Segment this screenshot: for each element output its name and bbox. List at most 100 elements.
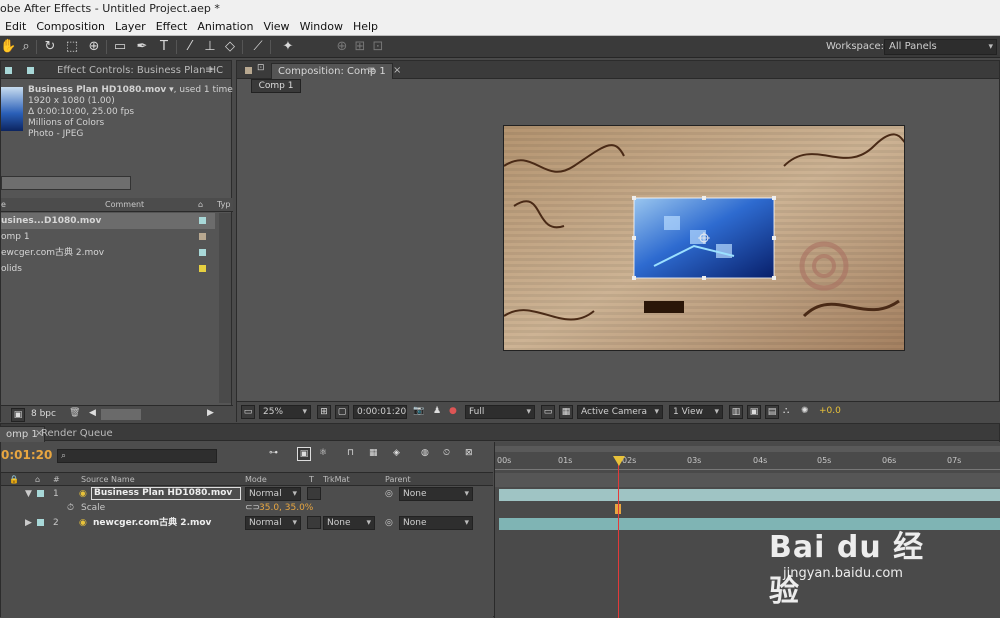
scroll-right-icon[interactable]: ▶	[207, 408, 214, 418]
menu-composition[interactable]: Composition	[31, 18, 110, 36]
show-channel-icon[interactable]: ●	[449, 406, 457, 416]
column-t[interactable]: T	[309, 473, 314, 486]
pan-behind-tool-icon[interactable]: ⊕	[86, 39, 102, 55]
label-color[interactable]	[37, 519, 44, 526]
clone-stamp-tool-icon[interactable]: ⊥	[202, 39, 218, 55]
transparency-grid-icon[interactable]: ▦	[559, 405, 573, 419]
camera-view-select[interactable]: Active Camera	[577, 405, 663, 419]
collapse-icon[interactable]: ▼	[25, 487, 32, 501]
snapshot-icon[interactable]: 📷	[413, 406, 424, 416]
column-parent[interactable]: Parent	[385, 473, 411, 486]
live-update-icon[interactable]: ▣	[297, 447, 311, 461]
axis-local-icon[interactable]: ⊕	[334, 39, 350, 55]
preserve-transparency-toggle[interactable]	[307, 516, 321, 529]
menu-edit[interactable]: Edit	[0, 18, 31, 36]
view-layout-select[interactable]: 1 View	[669, 405, 723, 419]
layer-name[interactable]: newcger.com古典 2.mov	[93, 516, 211, 530]
rectangle-tool-icon[interactable]: ▭	[112, 39, 128, 55]
parent-select[interactable]: None	[399, 487, 473, 501]
graph-editor-icon[interactable]: ⊠	[465, 448, 473, 458]
eraser-tool-icon[interactable]: ◇	[222, 39, 238, 55]
layer-row[interactable]: ▶ 2 ◉ newcger.com古典 2.mov Normal None ◎ …	[1, 516, 493, 530]
frame-blending-icon[interactable]: ▦	[369, 448, 378, 458]
scale-value[interactable]: 35.0, 35.0%	[259, 502, 313, 515]
list-item[interactable]: olids	[1, 261, 215, 277]
draft-3d-icon[interactable]: ⚛	[319, 448, 327, 458]
parent-select[interactable]: None	[399, 516, 473, 530]
hide-shy-icon[interactable]: ⊓	[347, 448, 354, 458]
layer-row[interactable]: ▼ 1 ◉ Business Plan HD1080.mov Normal ◎ …	[1, 487, 493, 501]
brush-tool-icon[interactable]: ⁄	[182, 39, 198, 55]
comp-viewer-canvas[interactable]	[503, 125, 905, 351]
expand-icon[interactable]: ▶	[25, 516, 32, 530]
mode-select[interactable]: Normal	[245, 487, 301, 501]
flowchart-icon[interactable]: ⛬	[783, 406, 789, 416]
comp-mini-flowchart-icon[interactable]: ⊶	[269, 448, 278, 458]
time-ruler[interactable]: 00s 01s 02s 03s 04s 05s 06s 07s	[495, 452, 1000, 470]
hand-tool-icon[interactable]: ✋	[0, 39, 16, 55]
tab-render-queue[interactable]: Render Queue	[37, 426, 113, 442]
pick-whip-icon[interactable]: ◎	[385, 487, 393, 501]
layer-search-input[interactable]: ⌕	[57, 449, 217, 463]
exposure-value[interactable]: +0.0	[819, 406, 841, 416]
project-scrollbar[interactable]	[219, 213, 231, 403]
label-color[interactable]	[37, 490, 44, 497]
column-source-name[interactable]: Source Name	[81, 473, 135, 486]
current-time-display[interactable]: 0:01:20	[1, 448, 52, 462]
column-mode[interactable]: Mode	[245, 473, 267, 486]
column-name[interactable]: e	[1, 198, 6, 212]
list-item[interactable]: ewcger.com古典 2.mov	[1, 245, 215, 261]
brainstorm-icon[interactable]: ◍	[421, 448, 429, 458]
layer-name[interactable]: Business Plan HD1080.mov	[91, 487, 241, 500]
lock-icon[interactable]: ⊡	[257, 63, 265, 73]
menu-help[interactable]: Help	[348, 18, 383, 36]
magnification-select[interactable]: 25%	[259, 405, 311, 419]
menu-view[interactable]: View	[258, 18, 294, 36]
pen-tool-icon[interactable]: ✒	[134, 39, 150, 55]
puppet-tool-icon[interactable]: ✦	[280, 39, 296, 55]
trkmat-select[interactable]: None	[323, 516, 375, 530]
region-of-interest-icon[interactable]: ▭	[541, 405, 555, 419]
trash-icon[interactable]: 🗑	[69, 408, 80, 418]
column-comment[interactable]: Comment	[105, 198, 144, 212]
panel-menu-icon[interactable]: ≡	[205, 63, 213, 79]
panel-menu-icon[interactable]: ≡	[367, 63, 375, 79]
text-tool-icon[interactable]: T	[156, 39, 172, 55]
roto-brush-tool-icon[interactable]: ⟋	[250, 39, 266, 55]
column-trkmat[interactable]: TrkMat	[323, 473, 350, 486]
mode-select[interactable]: Normal	[245, 516, 301, 530]
close-tab-icon[interactable]: ×	[393, 63, 401, 79]
column-type[interactable]: Typ	[217, 198, 230, 212]
menu-effect[interactable]: Effect	[151, 18, 193, 36]
constrain-proportions-icon[interactable]: ⊂⊃	[245, 502, 260, 515]
current-time-display[interactable]: 0:00:01:20	[353, 405, 407, 419]
toggle-pixel-aspect-icon[interactable]: ▥	[729, 405, 743, 419]
menu-window[interactable]: Window	[295, 18, 348, 36]
breadcrumb[interactable]: Comp 1	[251, 79, 301, 93]
list-item[interactable]: usines...D1080.mov	[1, 213, 215, 229]
horizontal-scroll-thumb[interactable]	[101, 409, 141, 420]
current-time-indicator[interactable]	[618, 456, 619, 618]
axis-view-icon[interactable]: ⊡	[370, 39, 386, 55]
timeline-icon[interactable]: ▤	[765, 405, 779, 419]
menu-animation[interactable]: Animation	[192, 18, 258, 36]
rotate-tool-icon[interactable]: ↻	[42, 39, 58, 55]
tab-effect-controls[interactable]: Effect Controls: Business Plan HC	[51, 63, 229, 79]
show-snapshot-icon[interactable]: ♟	[433, 406, 441, 416]
label-tag-icon[interactable]: ⌂	[198, 198, 203, 212]
always-preview-icon[interactable]: ▭	[241, 405, 255, 419]
layer-bar[interactable]	[499, 489, 1000, 501]
reset-exposure-icon[interactable]: ✺	[801, 406, 809, 416]
scroll-left-icon[interactable]: ◀	[89, 408, 96, 418]
pick-whip-icon[interactable]: ◎	[385, 516, 393, 530]
menu-layer[interactable]: Layer	[110, 18, 151, 36]
motion-blur-icon[interactable]: ◈	[393, 448, 400, 458]
fast-previews-icon[interactable]: ▣	[747, 405, 761, 419]
zoom-tool-icon[interactable]: ⌕	[18, 39, 34, 55]
preserve-transparency-toggle[interactable]	[307, 487, 321, 500]
workspace-select[interactable]: All Panels	[884, 39, 997, 55]
playhead-icon[interactable]	[613, 456, 625, 466]
auto-keyframe-icon[interactable]: ⏲	[443, 448, 450, 458]
mask-visibility-icon[interactable]: ▢	[335, 405, 349, 419]
camera-tool-icon[interactable]: ⬚	[64, 39, 80, 55]
